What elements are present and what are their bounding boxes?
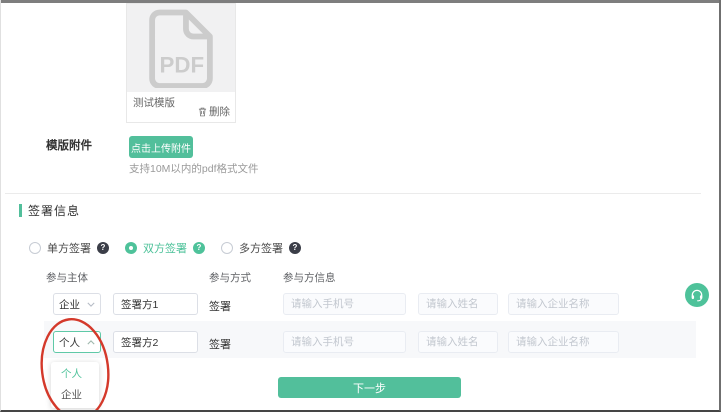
select-value: 企业 [59,297,80,312]
next-step-button[interactable]: 下一步 [278,377,461,398]
radio-circle[interactable] [221,242,233,254]
top-bar [1,0,721,3]
sign-mode-radio-group: 单方签署 ? 双方签署 ? 多方签署 ? [29,240,301,256]
subject-type-select-row1[interactable]: 企业 [53,293,101,315]
delete-label: 删除 [209,104,230,119]
file-name: 测试模版 [133,95,175,110]
sign-section-title-text: 签署信息 [28,202,80,219]
party-name-input-row2[interactable] [113,331,198,353]
company-input-row1[interactable] [508,293,619,315]
dropdown-option-individual[interactable]: 个人 [51,364,99,385]
pdf-thumbnail: PDF [127,4,235,92]
header-subject: 参与主体 [46,270,88,285]
radio-circle-selected[interactable] [125,242,137,254]
phone-input-row2[interactable] [283,331,406,353]
delete-file-button[interactable]: 删除 [198,104,230,119]
subject-type-select-row2[interactable]: 个人 [53,331,101,353]
header-party-info: 参与方信息 [283,270,336,285]
headset-icon [690,288,704,302]
section-divider [5,193,701,194]
sign-section-title: 签署信息 [19,202,80,219]
pdf-caption: 测试模版 删除 [127,92,235,122]
help-icon[interactable]: ? [97,242,109,254]
radio-single-sign[interactable]: 单方签署 ? [29,240,109,256]
company-input-row2[interactable] [508,331,619,353]
help-icon[interactable]: ? [289,242,301,254]
radio-two-party-sign[interactable]: 双方签署 ? [125,240,205,256]
radio-multi-party-sign[interactable]: 多方签署 ? [221,240,301,256]
header-method: 参与方式 [209,270,251,285]
dropdown-option-enterprise[interactable]: 企业 [51,385,99,406]
subject-type-dropdown-menu: 个人 企业 [51,362,99,408]
party-name-input-row1[interactable] [113,293,198,315]
page: PDF 测试模版 删除 模版附件 点击上传附件 支持10M以内的pdf格式文件 … [0,0,721,412]
chevron-up-icon [87,340,95,345]
radio-label: 多方签署 [239,240,283,256]
trash-icon [198,107,207,117]
upload-button[interactable]: 点击上传附件 [129,136,193,158]
pdf-type-label: PDF [160,53,205,78]
customer-service-button[interactable] [685,283,709,307]
name-input-row2[interactable] [418,331,498,353]
radio-label: 双方签署 [143,240,187,256]
radio-label: 单方签署 [47,240,91,256]
name-input-row1[interactable] [418,293,498,315]
title-accent-bar [19,204,22,217]
select-value: 个人 [59,335,80,350]
upload-hint: 支持10M以内的pdf格式文件 [129,161,259,176]
method-row1: 签署 [209,298,231,314]
pdf-file-icon: PDF [148,8,214,88]
chevron-down-icon [87,302,95,307]
phone-input-row1[interactable] [283,293,406,315]
help-icon[interactable]: ? [193,242,205,254]
method-row2: 签署 [209,336,231,352]
uploaded-file-card: PDF 测试模版 删除 [126,3,236,123]
radio-circle[interactable] [29,242,41,254]
template-attachment-label: 模版附件 [46,137,92,153]
